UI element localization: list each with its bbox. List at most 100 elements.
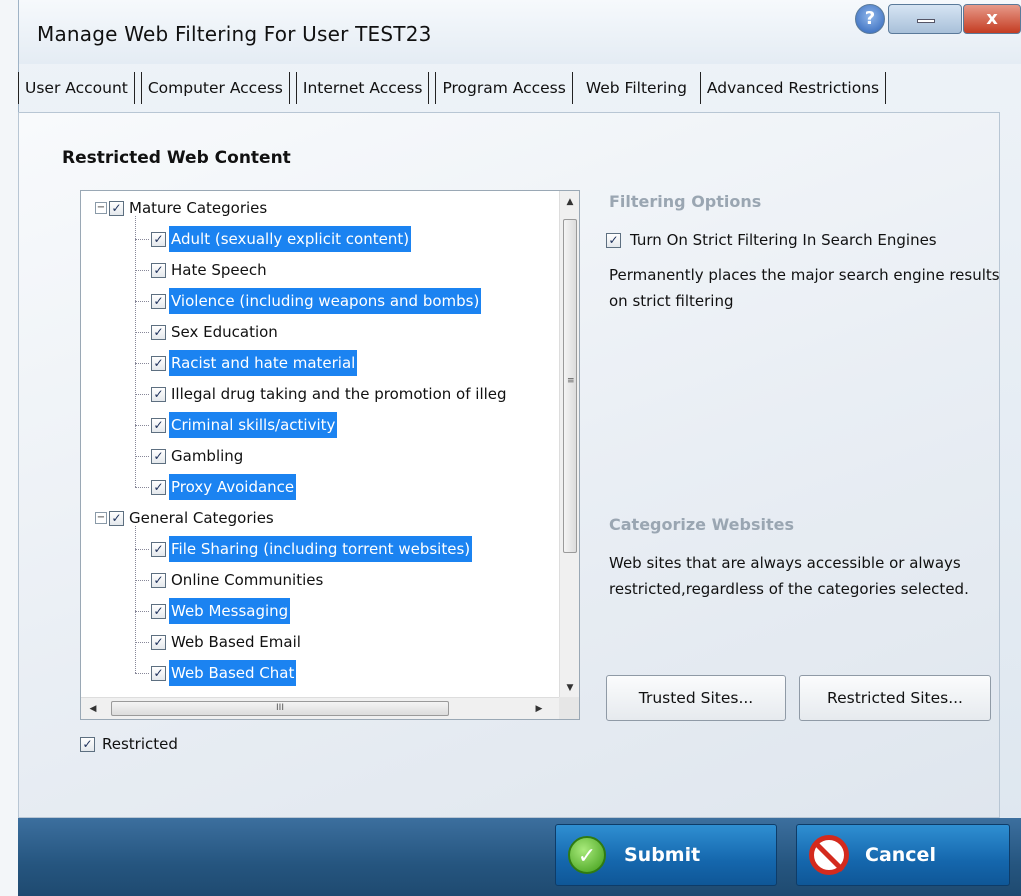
tree-item-row[interactable]: ✓ Web Based Email xyxy=(135,628,303,656)
tree-item-label: Hate Speech xyxy=(171,261,267,279)
tree-item-row[interactable]: ✓ Criminal skills/activity xyxy=(135,411,338,439)
checkbox-check-icon[interactable]: ✓ xyxy=(151,572,166,588)
tab-user-account[interactable]: User Account xyxy=(18,72,135,104)
tree-item-label: Violence (including weapons and bombs) xyxy=(169,288,482,314)
minimize-button[interactable] xyxy=(888,4,962,34)
checkbox-check-icon[interactable]: ✓ xyxy=(80,736,95,752)
collapse-icon[interactable]: − xyxy=(95,202,107,214)
grip-icon: ≡ xyxy=(567,376,575,386)
checkbox-check-icon[interactable]: ✓ xyxy=(151,665,166,681)
tab-bar: User Account Computer Access Internet Ac… xyxy=(18,72,892,104)
title-bar: Manage Web Filtering For User TEST23 ? x xyxy=(19,0,1021,64)
tree-connector xyxy=(135,526,136,673)
tree-item-row[interactable]: ✓ Violence (including weapons and bombs) xyxy=(135,287,482,315)
tree-item-row[interactable]: ✓ Sex Education xyxy=(135,318,280,346)
tree-connector xyxy=(135,580,149,581)
tree-group-row[interactable]: − ✓ General Categories xyxy=(95,504,276,532)
tree-item-row[interactable]: ✓ Online Communities xyxy=(135,566,325,594)
tree-connector xyxy=(135,611,149,612)
tab-computer-access[interactable]: Computer Access xyxy=(140,72,290,104)
tree-item-label: Criminal skills/activity xyxy=(169,412,338,438)
tree-connector xyxy=(135,270,149,271)
tree-group-row[interactable]: − ✓ Mature Categories xyxy=(95,194,269,222)
tab-internet-access[interactable]: Internet Access xyxy=(295,72,430,104)
checkbox-check-icon[interactable]: ✓ xyxy=(151,355,166,371)
tab-web-filtering[interactable]: Web Filtering xyxy=(579,72,694,104)
horizontal-scrollbar[interactable]: ◀ III ▶ xyxy=(81,697,561,719)
close-icon: x xyxy=(986,8,998,29)
categorize-description: Web sites that are always accessible or … xyxy=(609,554,969,598)
tree-connector xyxy=(135,363,149,364)
strict-filtering-label: Turn On Strict Filtering In Search Engin… xyxy=(630,231,937,249)
tree-item-row[interactable]: ✓ Proxy Avoidance xyxy=(135,473,297,501)
categorize-websites-heading: Categorize Websites xyxy=(609,515,795,534)
checkbox-check-icon[interactable]: ✓ xyxy=(151,231,166,247)
tree-item-label: Online Communities xyxy=(171,571,324,589)
checkbox-check-icon[interactable]: ✓ xyxy=(109,200,124,216)
tree-item-label: Proxy Avoidance xyxy=(169,474,297,500)
submit-button[interactable]: ✓ Submit xyxy=(555,824,777,886)
restricted-sites-button[interactable]: Restricted Sites... xyxy=(799,675,991,721)
tree-connector xyxy=(135,301,149,302)
tree-item-label: File Sharing (including torrent websites… xyxy=(169,536,473,562)
tree-item-label: Web Based Email xyxy=(171,633,301,651)
scroll-left-icon[interactable]: ◀ xyxy=(83,698,103,719)
footer-bar: ✓ Submit Cancel xyxy=(18,818,1021,896)
cancel-label: Cancel xyxy=(865,844,936,866)
tree-item-label: Web Based Chat xyxy=(169,660,297,686)
checkbox-check-icon[interactable]: ✓ xyxy=(151,262,166,278)
checkbox-check-icon[interactable]: ✓ xyxy=(151,448,166,464)
cancel-button[interactable]: Cancel xyxy=(796,824,1010,886)
collapse-icon[interactable]: − xyxy=(95,512,107,524)
tab-program-access[interactable]: Program Access xyxy=(435,72,573,104)
tree-item-label: Mature Categories xyxy=(129,199,268,217)
tree-item-row[interactable]: ✓ Hate Speech xyxy=(135,256,269,284)
checkbox-check-icon[interactable]: ✓ xyxy=(151,603,166,619)
tree-connector xyxy=(135,642,149,643)
minimize-icon xyxy=(917,19,935,23)
scrollbar-corner xyxy=(559,697,579,719)
checkbox-check-icon[interactable]: ✓ xyxy=(151,417,166,433)
checkbox-check-icon[interactable]: ✓ xyxy=(606,232,621,248)
tree-connector xyxy=(135,673,149,674)
cancel-icon xyxy=(809,835,849,875)
close-button[interactable]: x xyxy=(963,4,1021,34)
checkbox-check-icon[interactable]: ✓ xyxy=(151,634,166,650)
submit-label: Submit xyxy=(624,844,701,866)
horizontal-scroll-thumb[interactable]: III xyxy=(111,701,449,716)
strict-filtering-description: Permanently places the major search engi… xyxy=(609,266,1000,310)
restricted-label: Restricted xyxy=(102,735,178,753)
checkbox-check-icon[interactable]: ✓ xyxy=(151,541,166,557)
tree-item-row[interactable]: ✓ Web Messaging xyxy=(135,597,291,625)
window-title: Manage Web Filtering For User TEST23 xyxy=(37,22,432,46)
vertical-scrollbar[interactable]: ▲ ≡ ▼ xyxy=(559,191,579,699)
restricted-content-heading: Restricted Web Content xyxy=(62,148,291,168)
checkbox-check-icon[interactable]: ✓ xyxy=(151,386,166,402)
tab-advanced-restrictions[interactable]: Advanced Restrictions xyxy=(699,72,887,104)
vertical-scroll-thumb[interactable]: ≡ xyxy=(563,219,577,553)
tree-item-label: Adult (sexually explicit content) xyxy=(169,226,412,252)
scroll-right-icon[interactable]: ▶ xyxy=(529,698,549,719)
help-button[interactable]: ? xyxy=(855,4,885,34)
trusted-sites-button[interactable]: Trusted Sites... xyxy=(606,675,786,721)
restricted-checkbox[interactable]: ✓ Restricted xyxy=(80,735,178,753)
tree-item-row[interactable]: ✓ Racist and hate material xyxy=(135,349,358,377)
tree-connector xyxy=(135,394,149,395)
category-tree[interactable]: − ✓ Mature Categories ✓ Adult (sexually expl… xyxy=(80,190,580,720)
scroll-down-icon[interactable]: ▼ xyxy=(560,679,579,697)
checkbox-check-icon[interactable]: ✓ xyxy=(151,293,166,309)
tree-item-row[interactable]: ✓ Adult (sexually explicit content) xyxy=(135,225,412,253)
tree-item-row[interactable]: ✓ File Sharing (including torrent website… xyxy=(135,535,473,563)
tree-item-row[interactable]: ✓ Web Based Chat xyxy=(135,659,297,687)
strict-filtering-checkbox[interactable]: ✓ Turn On Strict Filtering In Search Eng… xyxy=(606,231,937,249)
scroll-up-icon[interactable]: ▲ xyxy=(560,193,579,211)
tree-connector xyxy=(135,549,149,550)
tree-item-row[interactable]: ✓ Illegal drug taking and the promotion o… xyxy=(135,380,509,408)
tree-item-label: General Categories xyxy=(129,509,274,527)
checkbox-check-icon[interactable]: ✓ xyxy=(151,479,166,495)
tree-connector xyxy=(135,456,149,457)
checkbox-check-icon[interactable]: ✓ xyxy=(109,510,124,526)
checkbox-check-icon[interactable]: ✓ xyxy=(151,324,166,340)
tree-item-row[interactable]: ✓ Gambling xyxy=(135,442,245,470)
tree-item-label: Gambling xyxy=(171,447,244,465)
